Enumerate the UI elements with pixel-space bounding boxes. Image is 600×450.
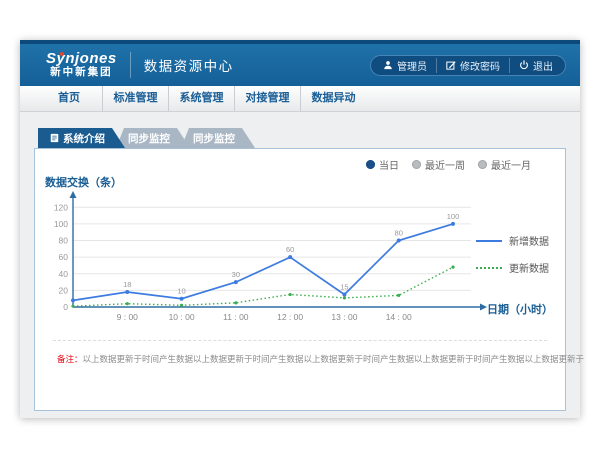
tab[interactable]: 同步监控	[116, 128, 190, 148]
nav-item[interactable]: 标准管理	[102, 86, 168, 111]
legend-line-sample	[476, 267, 502, 269]
chart-legend: 新增数据更新数据	[476, 233, 549, 287]
data-point	[234, 280, 238, 284]
x-axis-ticks: 9 : 00 10 : 00 11 : 00 12 : 00 13 : 00 14 : 0…	[117, 312, 412, 322]
radio-label: 最近一月	[491, 157, 531, 172]
svg-text:12 : 00: 12 : 00	[277, 312, 303, 322]
data-point-label: 80	[395, 229, 403, 238]
data-point-label: 15	[340, 283, 348, 292]
page-body: 系统介绍 同步监控 同步监控 当日 最近一周 最近一月 数据交换（条） 0 20 40 60 8…	[34, 128, 566, 411]
data-point	[451, 266, 454, 269]
legend-label: 新增数据	[509, 233, 549, 248]
header-divider	[130, 52, 131, 78]
app-window: Synjones 新中新集团 数据资源中心 管理员修改密码退出 首页标准管理系统…	[20, 40, 580, 418]
radio-icon	[366, 160, 375, 169]
data-point-label: 10	[177, 287, 185, 296]
nav-item[interactable]: 对接管理	[234, 86, 300, 111]
radio-icon	[478, 160, 487, 169]
legend-item: 新增数据	[476, 233, 549, 248]
legend-label: 更新数据	[509, 260, 549, 275]
divider	[53, 340, 547, 341]
user-menu-label: 修改密码	[460, 58, 500, 73]
y-axis-title: 数据交换（条）	[45, 174, 122, 190]
x-axis-title: 日期（小时）	[487, 301, 553, 317]
line-chart: 0 20 40 60 80 100 120 9 : 00 10 : 00 11 : 00 12 : …	[43, 189, 495, 339]
radio-label: 最近一周	[425, 157, 465, 172]
svg-text:120: 120	[54, 202, 68, 212]
legend-item: 更新数据	[476, 260, 549, 275]
svg-text:0: 0	[63, 302, 68, 312]
svg-text:9 : 00: 9 : 00	[117, 312, 139, 322]
nav-item[interactable]: 首页	[36, 86, 102, 111]
document-icon	[50, 133, 59, 143]
content-panel: 当日 最近一周 最近一月 数据交换（条） 0 20 40 60 80 100 120 9 : 00…	[34, 148, 566, 411]
svg-text:14 : 00: 14 : 00	[386, 312, 412, 322]
data-point	[451, 222, 455, 226]
svg-text:80: 80	[59, 236, 69, 246]
data-point	[343, 296, 346, 299]
note-label: 备注：	[57, 354, 83, 364]
time-filter-option[interactable]: 最近一月	[478, 157, 531, 172]
data-point-label: 30	[232, 270, 240, 279]
time-filter-option[interactable]: 当日	[366, 157, 399, 172]
user-menu-item[interactable]: 退出	[509, 58, 553, 73]
radio-label: 当日	[379, 157, 399, 172]
data-point	[397, 294, 400, 297]
logo-wordmark: Synjones	[46, 51, 117, 68]
user-menu-label: 退出	[533, 58, 553, 73]
user-icon	[383, 60, 393, 70]
data-point	[234, 301, 237, 304]
nav-item[interactable]: 系统管理	[168, 86, 234, 111]
user-menu-item[interactable]: 管理员	[383, 58, 427, 73]
note-text: 以上数据更新于时间产生数据以上数据更新于时间产生数据以上数据更新于时间产生数据以…	[83, 354, 585, 364]
svg-text:11 : 00: 11 : 00	[223, 312, 249, 322]
data-point	[397, 239, 401, 243]
user-menu-item[interactable]: 修改密码	[436, 58, 500, 73]
data-point	[180, 297, 184, 301]
legend-line-sample	[476, 240, 502, 242]
svg-text:20: 20	[59, 285, 69, 295]
svg-text:10 : 00: 10 : 00	[169, 312, 195, 322]
tab-label: 同步监控	[193, 131, 235, 146]
user-menu: 管理员 修改密码 退出	[370, 55, 566, 76]
nav-item[interactable]: 数据异动	[300, 86, 366, 111]
app-title: 数据资源中心	[144, 55, 234, 75]
gridlines	[73, 207, 471, 290]
tab-label: 系统介绍	[63, 131, 105, 146]
time-filter-option[interactable]: 最近一周	[412, 157, 465, 172]
main-nav: 首页标准管理系统管理对接管理数据异动	[20, 86, 580, 112]
data-point-label: 18	[123, 280, 131, 289]
footer-note: 备注：以上数据更新于时间产生数据以上数据更新于时间产生数据以上数据更新于时间产生…	[57, 353, 584, 365]
data-point	[125, 290, 129, 294]
y-axis-ticks: 0 20 40 60 80 100 120	[54, 202, 68, 312]
tab[interactable]: 系统介绍	[38, 128, 125, 148]
radio-icon	[412, 160, 421, 169]
data-point-label: 100	[447, 212, 460, 221]
logo-company-name: 新中新集团	[46, 67, 117, 79]
edit-icon	[446, 60, 456, 70]
user-menu-label: 管理员	[397, 58, 427, 73]
data-point	[71, 305, 74, 308]
data-point	[342, 293, 346, 297]
tab[interactable]: 同步监控	[181, 128, 255, 148]
svg-text:60: 60	[59, 252, 69, 262]
svg-text:100: 100	[54, 219, 68, 229]
data-point	[71, 298, 75, 302]
svg-text:13 : 00: 13 : 00	[331, 312, 357, 322]
data-point	[126, 302, 129, 305]
data-point-label: 60	[286, 245, 294, 254]
logo: Synjones 新中新集团	[46, 51, 117, 79]
tab-bar: 系统介绍 同步监控 同步监控	[34, 128, 566, 148]
svg-text:40: 40	[59, 269, 69, 279]
tab-label: 同步监控	[128, 131, 170, 146]
logo-accent-dot	[60, 52, 64, 56]
app-header: Synjones 新中新集团 数据资源中心 管理员 修改密码 退出	[20, 40, 580, 86]
data-point	[289, 293, 292, 296]
time-filter-group: 当日 最近一周 最近一月	[366, 157, 531, 172]
data-point	[180, 304, 183, 307]
logout-icon	[519, 60, 529, 70]
data-point	[288, 255, 292, 259]
